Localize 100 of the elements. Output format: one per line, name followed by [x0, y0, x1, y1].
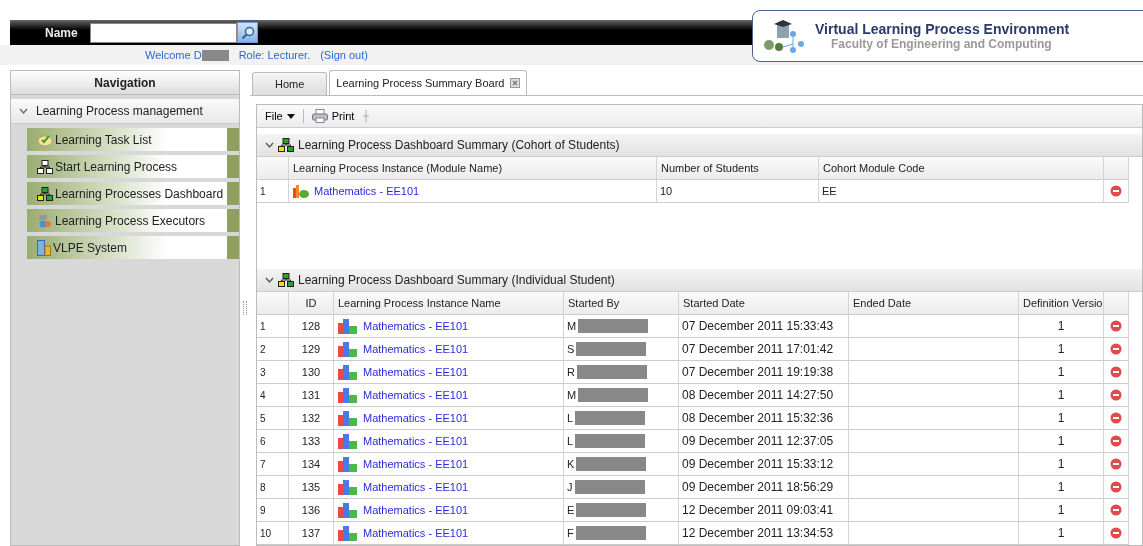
module-link[interactable]: Mathematics - EE101	[314, 185, 420, 197]
navigation-item[interactable]: Learning Process Executors	[27, 209, 239, 232]
column-header[interactable]: Started By	[564, 292, 679, 315]
module-link[interactable]: Mathematics - EE101	[363, 366, 469, 378]
module-link[interactable]: Mathematics - EE101	[363, 527, 469, 539]
remove-icon[interactable]	[1110, 527, 1122, 539]
table-cell: 12 December 2011 13:34:53	[679, 522, 849, 545]
search-button[interactable]	[237, 22, 258, 43]
navigation-item[interactable]: Learning Task List	[27, 128, 239, 151]
role-text: Role: Lecturer.	[238, 49, 311, 61]
table-cell: 132	[289, 407, 334, 430]
table-cell: S	[567, 343, 575, 355]
navigation-item[interactable]: VLPE System	[27, 236, 239, 259]
row-number: 5	[257, 407, 289, 430]
logo-title: Virtual Learning Process Environment	[815, 21, 1070, 37]
table-cell: E	[567, 504, 575, 516]
hierarchy-icon	[278, 138, 294, 152]
remove-icon[interactable]	[1110, 366, 1122, 378]
table-cell: 12 December 2011 09:03:41	[679, 499, 849, 522]
table-cell: 07 December 2011 17:01:42	[679, 338, 849, 361]
module-link[interactable]: Mathematics - EE101	[363, 412, 469, 424]
bar-chart-icon	[337, 479, 359, 495]
table-cell: 1	[1019, 338, 1104, 361]
chart-icon	[292, 184, 310, 198]
redaction-bar	[575, 526, 646, 540]
table-cell: 130	[289, 361, 334, 384]
tab[interactable]: Home	[252, 72, 328, 95]
navigation-item[interactable]: Learning Processes Dashboard	[27, 182, 239, 205]
bar-chart-icon	[337, 364, 359, 380]
print-button[interactable]: Print	[309, 109, 357, 123]
column-header[interactable]: Learning Process Instance Name	[334, 292, 564, 315]
remove-icon[interactable]	[1110, 504, 1122, 516]
header-corner	[257, 157, 289, 180]
bar-chart-icon	[337, 433, 359, 449]
redaction-bar	[576, 365, 647, 379]
hierarchy-icon	[278, 273, 294, 287]
redaction-bar	[576, 342, 647, 356]
sign-out-link[interactable]: (Sign out)	[320, 49, 368, 61]
table-cell: 08 December 2011 15:32:36	[679, 407, 849, 430]
column-header[interactable]: Ended Date	[849, 292, 1019, 315]
section-header[interactable]: Learning Process Dashboard Summary (Individual Student)	[257, 269, 1142, 292]
bar-chart-icon	[337, 341, 359, 357]
remove-icon[interactable]	[1110, 481, 1122, 493]
table-cell: 1	[1019, 361, 1104, 384]
table-cell: 135	[289, 476, 334, 499]
table-cell: 133	[289, 430, 334, 453]
table-cell: 137	[289, 522, 334, 545]
table-cell: J	[567, 481, 573, 493]
module-link[interactable]: Mathematics - EE101	[363, 504, 469, 516]
column-header[interactable]: Started Date	[679, 292, 849, 315]
table-cell: 1	[1019, 315, 1104, 338]
remove-icon[interactable]	[1110, 343, 1122, 355]
module-link[interactable]: Mathematics - EE101	[363, 481, 469, 493]
file-menu-button[interactable]: File	[263, 110, 297, 122]
column-header[interactable]: Learning Process Instance (Module Name)	[289, 157, 657, 180]
bar-chart-icon	[337, 318, 359, 334]
module-link[interactable]: Mathematics - EE101	[363, 435, 469, 447]
bar-chart-icon	[337, 456, 359, 472]
welcome-text: Welcome D	[145, 49, 202, 61]
column-header[interactable]: Cohort Module Code	[819, 157, 1104, 180]
redaction-bar	[201, 49, 229, 61]
redaction-bar	[575, 434, 646, 448]
table-cell: 09 December 2011 18:56:29	[679, 476, 849, 499]
column-header[interactable]: ID	[289, 292, 334, 315]
row-number: 10	[257, 522, 289, 545]
column-header[interactable]: Number of Students	[657, 157, 819, 180]
table-cell: EE	[819, 180, 1104, 203]
table-cell: 07 December 2011 19:19:38	[679, 361, 849, 384]
table-cell: 07 December 2011 15:33:43	[679, 315, 849, 338]
name-input-field[interactable]	[90, 22, 237, 43]
module-link[interactable]: Mathematics - EE101	[363, 320, 469, 332]
module-link[interactable]: Mathematics - EE101	[363, 389, 469, 401]
tree-group-header[interactable]: Learning Process management	[11, 99, 239, 124]
bar-chart-icon	[337, 502, 359, 518]
tab[interactable]: Learning Process Summary Board	[329, 70, 528, 95]
row-number: 2	[257, 338, 289, 361]
close-icon[interactable]	[510, 78, 521, 88]
bar-chart-icon	[337, 525, 359, 541]
module-link[interactable]: Mathematics - EE101	[363, 458, 469, 470]
remove-icon[interactable]	[1110, 435, 1122, 447]
remove-icon[interactable]	[1110, 320, 1122, 332]
module-link[interactable]: Mathematics - EE101	[363, 343, 469, 355]
redaction-bar	[575, 411, 646, 425]
table-cell: 128	[289, 315, 334, 338]
remove-icon[interactable]	[1110, 389, 1122, 401]
name-label: Name	[45, 25, 79, 40]
column-header[interactable]: Definition Versio	[1019, 292, 1104, 315]
remove-icon[interactable]	[1110, 185, 1122, 197]
remove-icon[interactable]	[1110, 458, 1122, 470]
table-cell: 1	[1019, 430, 1104, 453]
redaction-bar	[576, 503, 647, 517]
row-number: 6	[257, 430, 289, 453]
logo-subtitle: Faculty of Engineering and Computing	[831, 37, 1053, 51]
table-cell: F	[567, 527, 574, 539]
navigation-item[interactable]: Start Learning Process	[27, 155, 239, 178]
table-cell: L	[567, 412, 574, 424]
section-header[interactable]: Learning Process Dashboard Summary (Cohort of Students)	[257, 134, 1142, 157]
redaction-bar	[578, 388, 649, 402]
row-number: 4	[257, 384, 289, 407]
remove-icon[interactable]	[1110, 412, 1122, 424]
